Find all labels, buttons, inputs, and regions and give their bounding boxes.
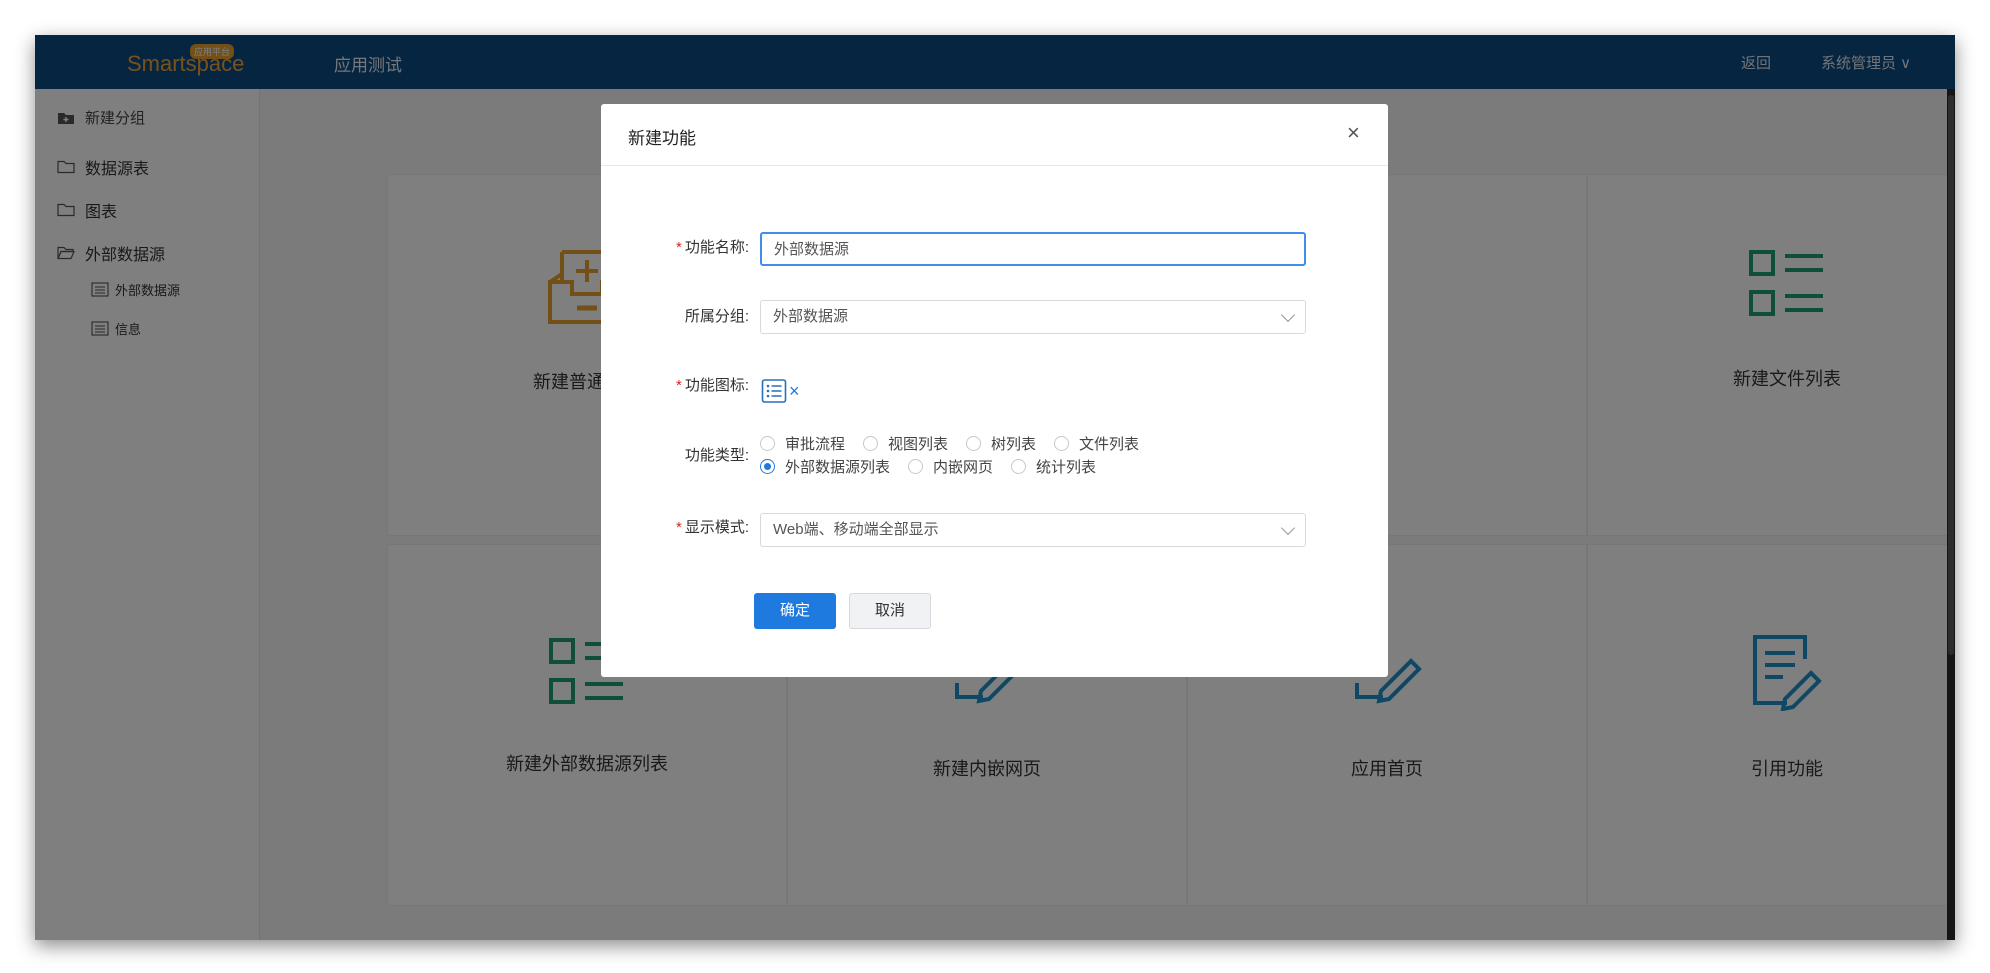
remove-icon-button[interactable]: × (789, 381, 800, 402)
radio-circle[interactable] (1054, 436, 1070, 451)
radio-view-list[interactable]: 视图列表 (863, 433, 948, 454)
radio-circle[interactable] (863, 436, 879, 451)
chevron-down-icon (1280, 520, 1296, 536)
icon-label: * 功能图标: (675, 377, 749, 394)
group-select[interactable]: 外部数据源 (760, 300, 1306, 334)
close-icon[interactable]: × (1347, 120, 1360, 146)
radio-file-list[interactable]: 文件列表 (1054, 433, 1139, 454)
radio-circle[interactable] (1011, 459, 1027, 474)
icon-preview[interactable]: × (761, 378, 800, 404)
radio-tree-list[interactable]: 树列表 (966, 433, 1036, 454)
required-mark: * (675, 377, 682, 394)
name-label: * 功能名称: (675, 239, 749, 256)
radio-approval[interactable]: 审批流程 (760, 433, 845, 454)
radio-external-list[interactable]: 外部数据源列表 (760, 456, 890, 477)
cancel-button[interactable]: 取消 (849, 593, 931, 629)
display-label: * 显示模式: (675, 519, 749, 536)
radio-circle[interactable] (760, 436, 775, 451)
group-label: 所属分组: (684, 308, 749, 325)
type-label: 功能类型: (684, 447, 749, 464)
list-doc-icon (761, 379, 787, 403)
required-mark: * (675, 519, 682, 536)
radio-circle[interactable] (966, 436, 982, 451)
display-mode-select[interactable]: Web端、移动端全部显示 (760, 513, 1306, 547)
dialog-title: 新建功能 (628, 129, 696, 148)
radio-circle[interactable] (908, 459, 924, 474)
type-radio-row-1: 审批流程 视图列表 树列表 文件列表 (760, 433, 1157, 454)
type-radio-row-2: 外部数据源列表 内嵌网页 统计列表 (760, 456, 1114, 477)
radio-stat-list[interactable]: 统计列表 (1011, 456, 1096, 477)
radio-circle-checked[interactable] (760, 459, 775, 474)
confirm-button[interactable]: 确定 (754, 593, 836, 629)
group-select-value: 外部数据源 (773, 308, 849, 325)
dialog-header: 新建功能 × (601, 104, 1388, 166)
new-function-dialog: 新建功能 × * 功能名称: 外部数据源 所属分组: 外部数据源 * 功能图标: × (601, 104, 1388, 677)
app-window: Smartspace 应用平台 应用测试 返回 系统管理员 ∨ 新建分组 数据源… (35, 35, 1955, 940)
function-name-input[interactable]: 外部数据源 (760, 232, 1306, 266)
display-mode-value: Web端、移动端全部显示 (773, 521, 939, 538)
chevron-down-icon (1280, 307, 1296, 323)
radio-embedded-page[interactable]: 内嵌网页 (908, 456, 993, 477)
required-mark: * (675, 239, 682, 256)
